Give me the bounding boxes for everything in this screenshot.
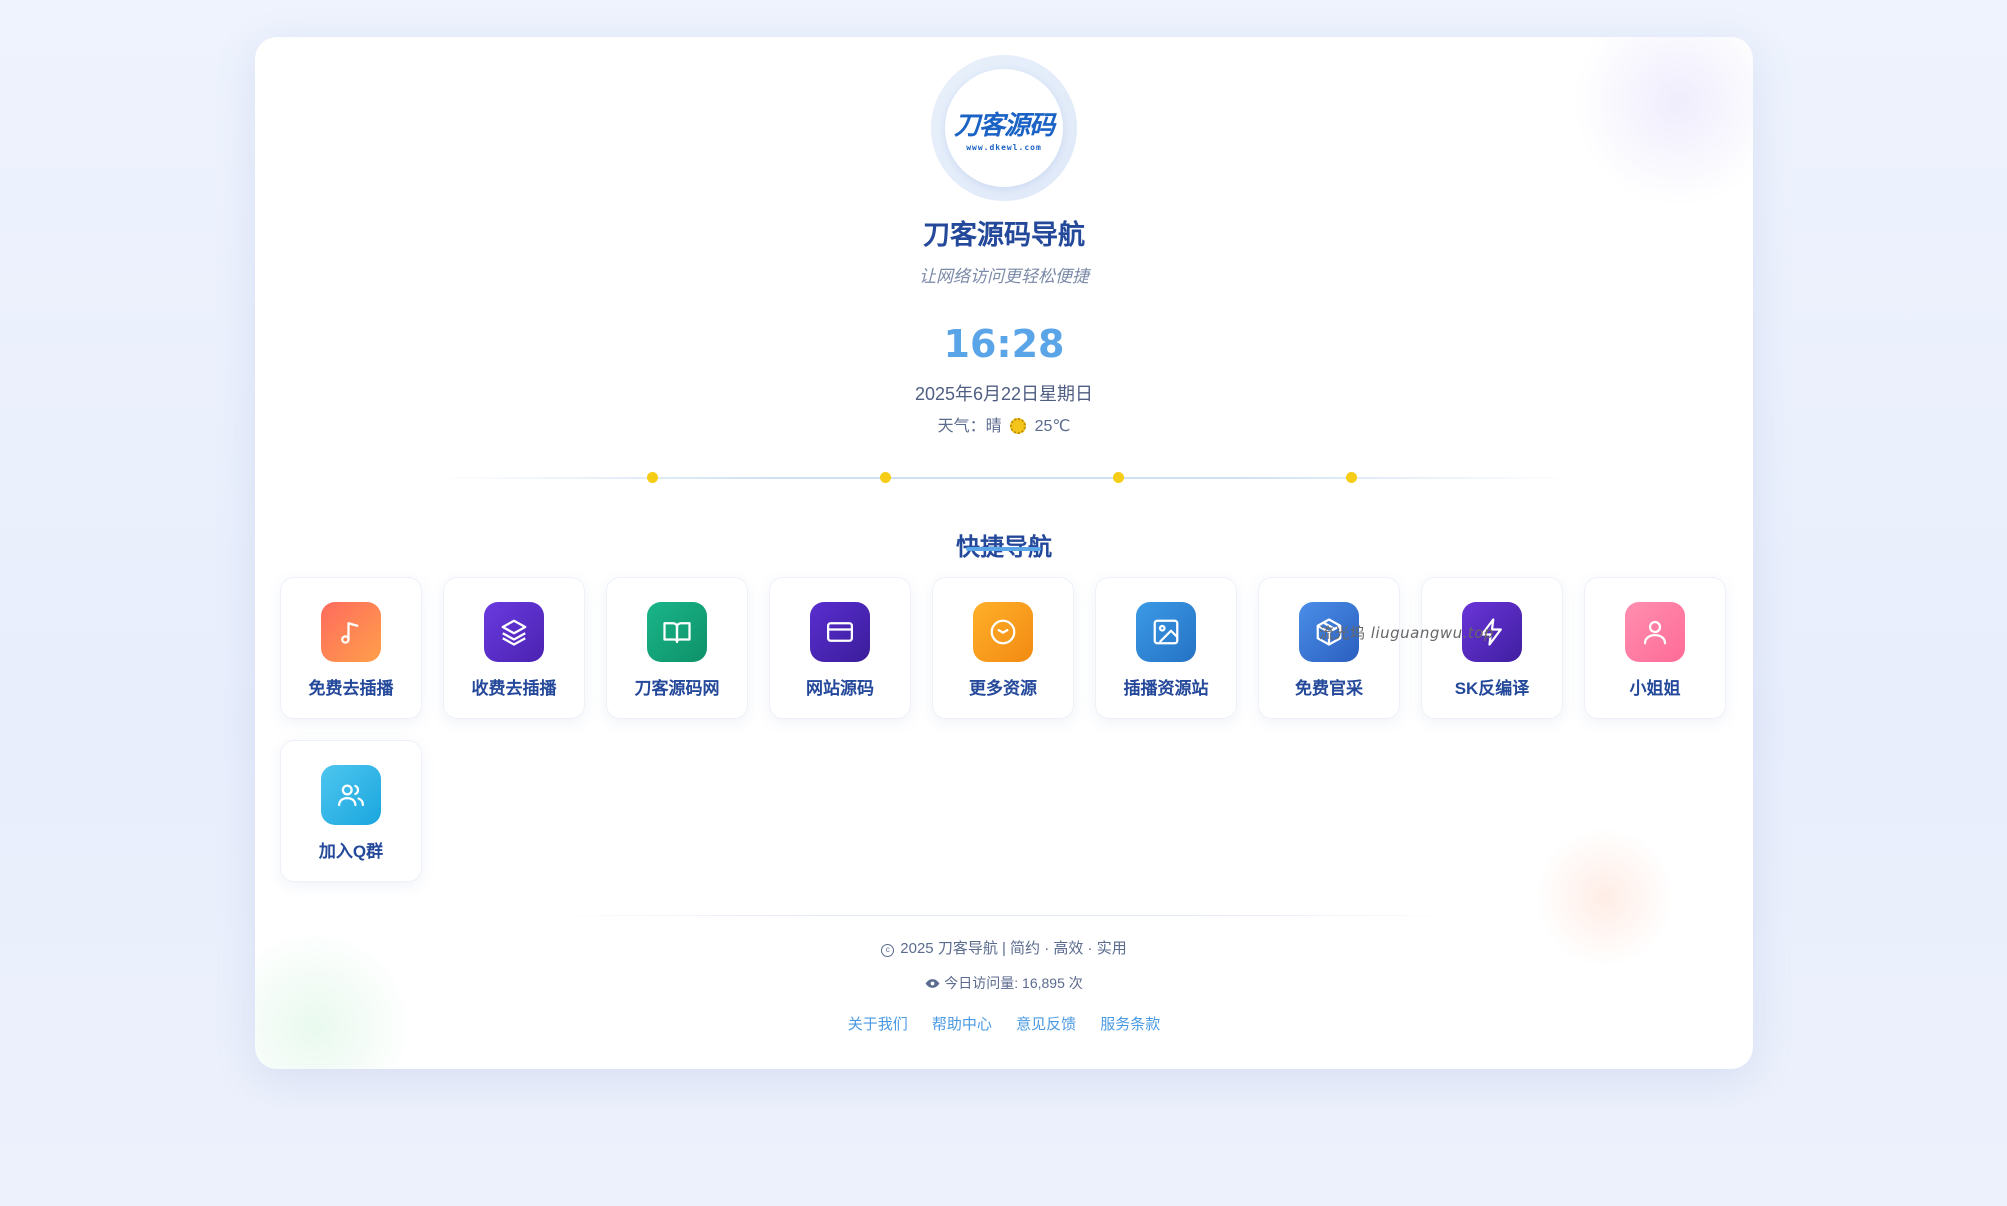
footer-visits: 今日访问量: 16,895 次 bbox=[255, 973, 1753, 993]
nav-tile-label: 收费去插播 bbox=[471, 679, 557, 698]
nav-tile-join-qq-group[interactable]: 加入Q群 bbox=[280, 740, 422, 882]
nav-tile-label: 插播资源站 bbox=[1123, 679, 1209, 698]
users-icon bbox=[321, 765, 381, 825]
sun-icon bbox=[1010, 418, 1027, 434]
divider-dot bbox=[647, 472, 658, 483]
footer-divider bbox=[550, 915, 1460, 916]
nav-tile-label: 更多资源 bbox=[969, 679, 1037, 698]
nav-tile-label: 网站源码 bbox=[806, 679, 874, 698]
nav-tile-daoke-source[interactable]: 刀客源码网 bbox=[606, 577, 748, 719]
logo-badge: 刀客源码 www.dkewl.com bbox=[945, 69, 1063, 187]
nav-tile-label: 小姐姐 bbox=[1629, 679, 1681, 698]
clock-icon bbox=[973, 602, 1033, 662]
footer-links: 关于我们 帮助中心 意见反馈 服务条款 bbox=[255, 1013, 1753, 1034]
nav-tile-more-resources[interactable]: 更多资源 bbox=[932, 577, 1074, 719]
nav-tile-label: 刀客源码网 bbox=[634, 679, 720, 698]
layers-icon bbox=[484, 602, 544, 662]
logo-text: 刀客源码 bbox=[953, 110, 1055, 141]
watermark-url: liuguangwu.top bbox=[1370, 624, 1495, 642]
footer-link-feedback[interactable]: 意见反馈 bbox=[1016, 1016, 1076, 1033]
image-icon bbox=[1136, 602, 1196, 662]
nav-tile-label: 免费去插播 bbox=[308, 679, 394, 698]
nav-tile-paid-ad-remove[interactable]: 收费去插播 bbox=[443, 577, 585, 719]
divider-dot bbox=[880, 472, 891, 483]
credit-card-icon bbox=[810, 602, 870, 662]
footer-link-about[interactable]: 关于我们 bbox=[848, 1016, 908, 1033]
nav-tile-label: 加入Q群 bbox=[318, 842, 384, 861]
nav-tile-free-official[interactable]: 免费官采 bbox=[1258, 577, 1400, 719]
weather-label: 天气：晴 bbox=[937, 418, 1002, 435]
footer-link-help[interactable]: 帮助中心 bbox=[932, 1016, 992, 1033]
section-title-underline bbox=[966, 547, 1041, 551]
footer-copyright: c 2025 刀客导航 | 简约 · 高效 · 实用 bbox=[255, 937, 1753, 958]
main-card: 刀客源码 www.dkewl.com 刀客源码导航 让网络访问更轻松便捷 16:… bbox=[255, 37, 1753, 1069]
nav-tile-website-source[interactable]: 网站源码 bbox=[769, 577, 911, 719]
divider-dot bbox=[1346, 472, 1357, 483]
nav-tile-label: 免费官采 bbox=[1295, 679, 1363, 698]
nav-tile-xiaojiejie[interactable]: 小姐姐 bbox=[1584, 577, 1726, 719]
clock-time: 16:28 bbox=[943, 322, 1065, 366]
weather-temperature: 25℃ bbox=[1034, 418, 1071, 435]
clock-date: 2025年6月22日星期日 bbox=[914, 384, 1094, 404]
site-title: 刀客源码导航 bbox=[923, 220, 1085, 250]
section-title: 快捷导航 bbox=[255, 527, 1753, 562]
site-subtitle: 让网络访问更轻松便捷 bbox=[919, 267, 1089, 286]
logo-url: www.dkewl.com bbox=[966, 142, 1042, 152]
user-icon bbox=[1625, 602, 1685, 662]
weather-info: 天气：晴 25℃ bbox=[255, 412, 1753, 436]
nav-tile-sk-decompile[interactable]: SK反编译 bbox=[1421, 577, 1563, 719]
nav-tile-ad-resource-site[interactable]: 插播资源站 bbox=[1095, 577, 1237, 719]
music-note-icon bbox=[321, 602, 381, 662]
copyright-icon: c bbox=[881, 944, 895, 957]
logo[interactable]: 刀客源码 www.dkewl.com bbox=[931, 55, 1077, 201]
watermark: 流光坞 liuguangwu.top bbox=[1319, 622, 1494, 643]
divider bbox=[435, 477, 1575, 479]
visits-text: 今日访问量: 16,895 次 bbox=[944, 975, 1083, 991]
divider-dot bbox=[1113, 472, 1124, 483]
eye-icon bbox=[925, 979, 940, 988]
book-open-icon bbox=[647, 602, 707, 662]
copyright-text: 2025 刀客导航 | 简约 · 高效 · 实用 bbox=[900, 940, 1127, 957]
decor-blob bbox=[1573, 37, 1753, 207]
watermark-cn: 流光坞 bbox=[1319, 624, 1366, 642]
nav-tile-label: SK反编译 bbox=[1454, 679, 1530, 698]
nav-tile-free-ad-remove[interactable]: 免费去插播 bbox=[280, 577, 422, 719]
footer-link-terms[interactable]: 服务条款 bbox=[1100, 1016, 1160, 1033]
